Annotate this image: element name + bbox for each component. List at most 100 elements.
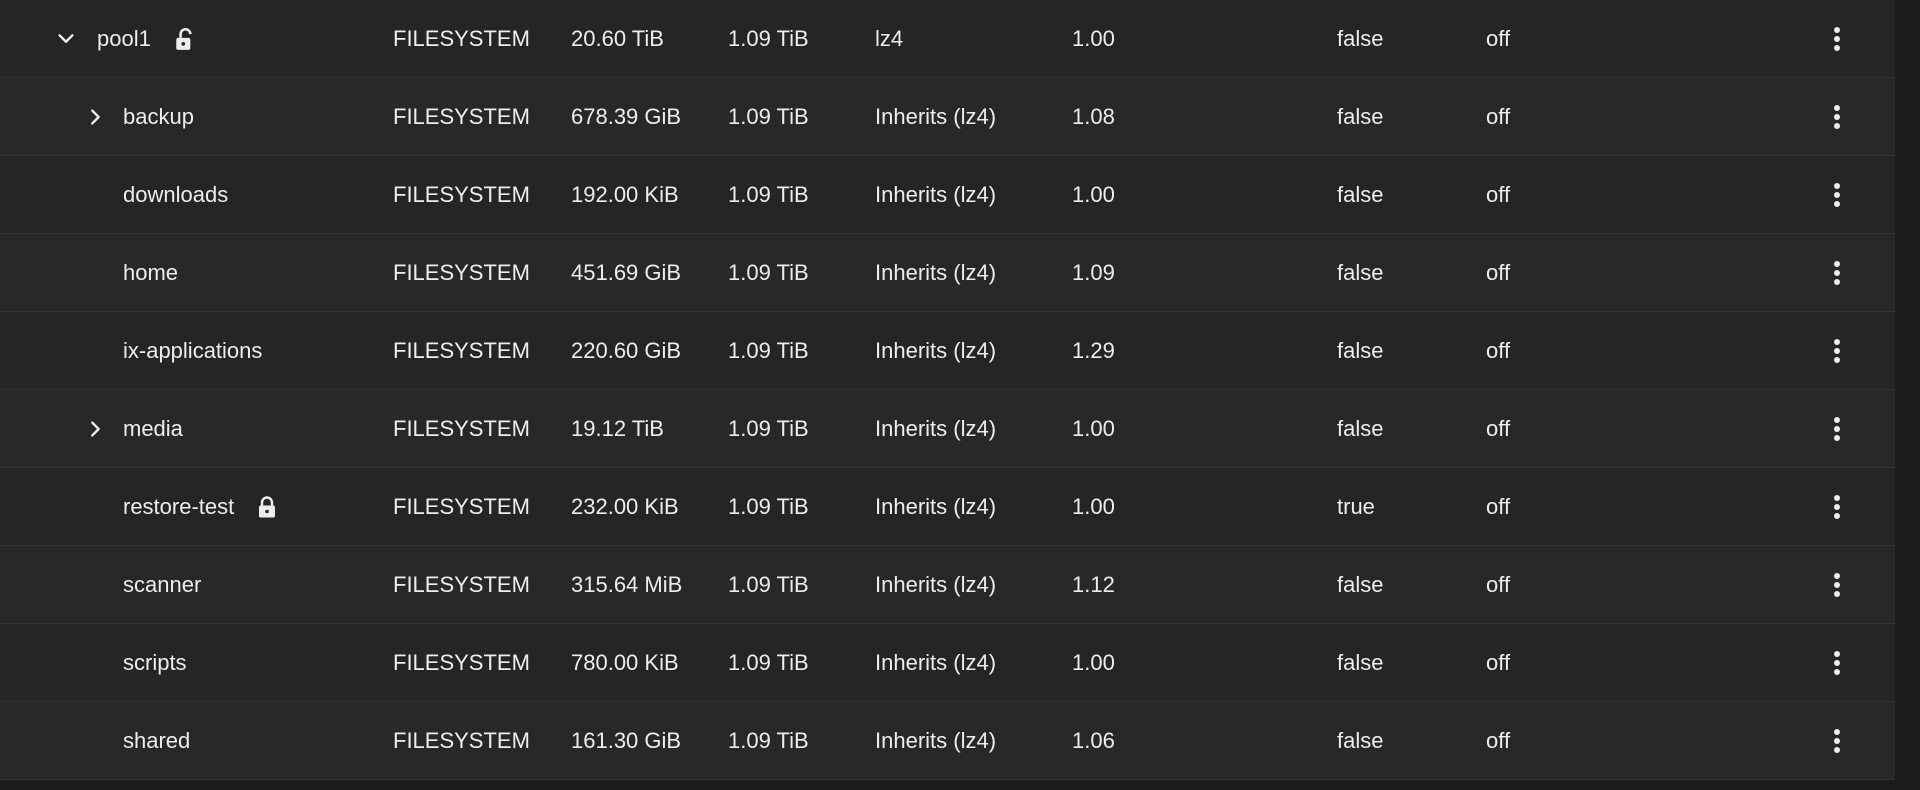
dedup-cell: off bbox=[1486, 728, 1511, 753]
available-cell: 1.09 TiB bbox=[728, 104, 809, 129]
dataset-name: home bbox=[123, 259, 179, 285]
more-vert-icon[interactable] bbox=[1822, 156, 1852, 233]
dataset-table: pool1 FILESYSTEM 20.60 TiB 1.09 TiB lz4 1.00 f… bbox=[0, 0, 1895, 780]
available-cell: 1.09 TiB bbox=[728, 494, 809, 519]
readonly-cell: false bbox=[1337, 416, 1384, 441]
dedup-cell: off bbox=[1486, 416, 1511, 441]
more-vert-icon[interactable] bbox=[1822, 78, 1852, 155]
more-vert-icon[interactable] bbox=[1822, 390, 1852, 467]
type-cell: FILESYSTEM bbox=[393, 338, 530, 363]
used-cell: 678.39 GiB bbox=[571, 104, 682, 129]
used-cell: 232.00 KiB bbox=[571, 494, 679, 519]
available-cell: 1.09 TiB bbox=[728, 728, 809, 753]
used-cell: 19.12 TiB bbox=[571, 416, 664, 441]
dedup-cell: off bbox=[1486, 26, 1511, 51]
more-vert-icon[interactable] bbox=[1822, 702, 1852, 779]
available-cell: 1.09 TiB bbox=[728, 26, 809, 51]
available-cell: 1.09 TiB bbox=[728, 338, 809, 363]
dataset-name-cell: ix-applications bbox=[82, 312, 262, 389]
dataset-name-cell: scripts bbox=[82, 624, 187, 701]
table-row[interactable]: ix-applications FILESYSTEM 220.60 GiB 1.09 … bbox=[0, 312, 1895, 390]
readonly-cell: false bbox=[1337, 260, 1384, 285]
more-vert-icon[interactable] bbox=[1822, 312, 1852, 389]
type-cell: FILESYSTEM bbox=[393, 650, 530, 675]
compression-cell: Inherits (lz4) bbox=[875, 416, 997, 441]
compression-ratio-cell: 1.06 bbox=[1072, 728, 1115, 753]
available-cell: 1.09 TiB bbox=[728, 572, 809, 597]
compression-ratio-cell: 1.12 bbox=[1072, 572, 1115, 597]
readonly-cell: false bbox=[1337, 572, 1384, 597]
type-cell: FILESYSTEM bbox=[393, 416, 530, 441]
dedup-cell: off bbox=[1486, 338, 1511, 363]
more-vert-icon[interactable] bbox=[1822, 234, 1852, 311]
dataset-name-cell: restore-test bbox=[82, 468, 278, 545]
used-cell: 220.60 GiB bbox=[571, 338, 682, 363]
table-row[interactable]: pool1 FILESYSTEM 20.60 TiB 1.09 TiB lz4 1.00 f… bbox=[0, 0, 1895, 78]
dedup-cell: off bbox=[1486, 650, 1511, 675]
chevron-down-icon[interactable] bbox=[53, 26, 79, 52]
compression-cell: Inherits (lz4) bbox=[875, 728, 997, 753]
compression-cell: Inherits (lz4) bbox=[875, 494, 997, 519]
dataset-name: downloads bbox=[123, 181, 229, 207]
readonly-cell: false bbox=[1337, 182, 1384, 207]
compression-ratio-cell: 1.00 bbox=[1072, 416, 1115, 441]
dataset-name: shared bbox=[123, 727, 191, 753]
compression-cell: Inherits (lz4) bbox=[875, 572, 997, 597]
more-vert-icon[interactable] bbox=[1822, 546, 1852, 623]
lock-icon bbox=[256, 495, 278, 519]
readonly-cell: false bbox=[1337, 728, 1384, 753]
chevron-right-icon[interactable] bbox=[82, 104, 108, 130]
dedup-cell: off bbox=[1486, 104, 1511, 129]
type-cell: FILESYSTEM bbox=[393, 494, 530, 519]
more-vert-icon[interactable] bbox=[1822, 624, 1852, 701]
table-row[interactable]: restore-test FILESYSTEM 232.00 KiB 1.09 TiB… bbox=[0, 468, 1895, 546]
toggle-spacer bbox=[82, 494, 108, 520]
table-row[interactable]: shared FILESYSTEM 161.30 GiB 1.09 TiB Inheri… bbox=[0, 702, 1895, 780]
table-row[interactable]: media FILESYSTEM 19.12 TiB 1.09 TiB Inherits… bbox=[0, 390, 1895, 468]
table-row[interactable]: home FILESYSTEM 451.69 GiB 1.09 TiB Inherits… bbox=[0, 234, 1895, 312]
unlock-icon bbox=[173, 26, 199, 52]
compression-cell: Inherits (lz4) bbox=[875, 182, 997, 207]
readonly-cell: true bbox=[1337, 494, 1375, 519]
dataset-name-cell: downloads bbox=[82, 156, 228, 233]
dataset-name-cell: pool1 bbox=[53, 0, 199, 77]
chevron-right-icon[interactable] bbox=[82, 416, 108, 442]
dataset-name-cell: backup bbox=[82, 78, 194, 155]
dedup-cell: off bbox=[1486, 182, 1511, 207]
used-cell: 192.00 KiB bbox=[571, 182, 679, 207]
type-cell: FILESYSTEM bbox=[393, 572, 530, 597]
readonly-cell: false bbox=[1337, 104, 1384, 129]
dataset-name-cell: media bbox=[82, 390, 183, 467]
compression-ratio-cell: 1.00 bbox=[1072, 494, 1115, 519]
dataset-name: pool1 bbox=[97, 25, 151, 51]
table-row[interactable]: scripts FILESYSTEM 780.00 KiB 1.09 TiB Inher… bbox=[0, 624, 1895, 702]
dataset-name-cell: shared bbox=[82, 702, 190, 779]
used-cell: 451.69 GiB bbox=[571, 260, 682, 285]
dataset-name: ix-applications bbox=[123, 337, 263, 363]
available-cell: 1.09 TiB bbox=[728, 260, 809, 285]
table-row[interactable]: downloads FILESYSTEM 192.00 KiB 1.09 TiB Inh… bbox=[0, 156, 1895, 234]
used-cell: 780.00 KiB bbox=[571, 650, 679, 675]
dataset-name: media bbox=[123, 415, 183, 441]
compression-ratio-cell: 1.00 bbox=[1072, 26, 1115, 51]
dataset-name-cell: home bbox=[82, 234, 178, 311]
table-row[interactable]: backup FILESYSTEM 678.39 GiB 1.09 TiB Inheri… bbox=[0, 78, 1895, 156]
type-cell: FILESYSTEM bbox=[393, 728, 530, 753]
type-cell: FILESYSTEM bbox=[393, 26, 530, 51]
toggle-spacer bbox=[82, 728, 108, 754]
more-vert-icon[interactable] bbox=[1822, 468, 1852, 545]
available-cell: 1.09 TiB bbox=[728, 182, 809, 207]
type-cell: FILESYSTEM bbox=[393, 260, 530, 285]
table-row[interactable]: scanner FILESYSTEM 315.64 MiB 1.09 TiB Inher… bbox=[0, 546, 1895, 624]
available-cell: 1.09 TiB bbox=[728, 650, 809, 675]
dataset-name: scanner bbox=[123, 571, 202, 597]
toggle-spacer bbox=[82, 260, 108, 286]
dataset-name: restore-test bbox=[123, 493, 235, 519]
more-vert-icon[interactable] bbox=[1822, 0, 1852, 77]
compression-ratio-cell: 1.29 bbox=[1072, 338, 1115, 363]
dedup-cell: off bbox=[1486, 494, 1511, 519]
used-cell: 20.60 TiB bbox=[571, 26, 664, 51]
compression-cell: lz4 bbox=[875, 26, 904, 51]
toggle-spacer bbox=[82, 182, 108, 208]
dataset-name: scripts bbox=[123, 649, 187, 675]
